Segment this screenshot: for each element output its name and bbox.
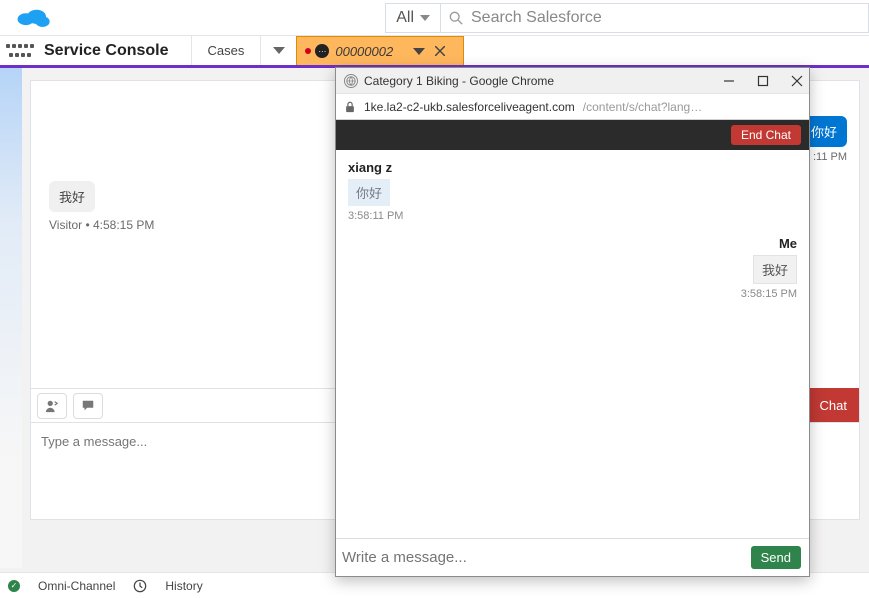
url-host: 1ke.la2-c2-ukb.salesforceliveagent.com: [364, 100, 575, 114]
incoming-message: xiang z 你好 3:58:11 PM: [348, 160, 797, 222]
search-input-wrap[interactable]: Search Salesforce: [441, 3, 869, 33]
incoming-time: 3:58:11 PM: [348, 210, 797, 222]
status-online-icon: ✓: [8, 580, 20, 592]
chat-window-header: End Chat: [336, 120, 809, 150]
sender-name: xiang z: [348, 160, 797, 175]
lock-icon: [344, 101, 356, 113]
close-icon[interactable]: [791, 75, 803, 87]
recording-indicator-icon: [305, 48, 311, 54]
window-controls: [723, 75, 803, 87]
chat-compose-bar: Send: [336, 538, 809, 576]
chat-action-button[interactable]: Chat: [808, 388, 859, 422]
omni-channel-button[interactable]: Omni-Channel: [38, 579, 115, 593]
end-chat-button[interactable]: End Chat: [731, 125, 801, 145]
minimize-icon[interactable]: [723, 75, 735, 87]
chat-bubble-icon: ···: [315, 44, 329, 58]
clock-icon: [133, 579, 147, 593]
chat-input[interactable]: [342, 549, 751, 566]
chrome-popup-window: Category 1 Biking - Google Chrome 1ke.la…: [335, 67, 810, 577]
app-launcher-icon[interactable]: [0, 36, 40, 65]
globe-icon: [344, 74, 358, 88]
chevron-down-icon: [273, 47, 285, 54]
agent-message-block: 我好 Visitor • 4:58:15 PM: [49, 181, 154, 232]
decorative-gradient: [0, 68, 22, 568]
search-placeholder: Search Salesforce: [471, 9, 602, 27]
chevron-down-icon: [420, 15, 430, 21]
person-arrow-icon: [45, 399, 59, 413]
chevron-down-icon: [413, 48, 425, 55]
outgoing-message: Me 我好 3:58:15 PM: [348, 236, 797, 300]
send-button[interactable]: Send: [751, 546, 801, 569]
outgoing-bubble: 我好: [753, 255, 797, 284]
me-label: Me: [348, 236, 797, 251]
global-search: All Search Salesforce: [385, 3, 869, 33]
chrome-titlebar[interactable]: Category 1 Biking - Google Chrome: [336, 68, 809, 93]
speech-bubble-icon: [81, 399, 95, 413]
search-scope-dropdown[interactable]: All: [385, 3, 441, 33]
maximize-icon[interactable]: [757, 75, 769, 87]
app-title: Service Console: [40, 36, 191, 65]
salesforce-topbar: All Search Salesforce: [0, 0, 869, 35]
close-icon[interactable]: [435, 46, 445, 56]
incoming-bubble: 你好: [348, 179, 390, 206]
chrome-address-bar[interactable]: 1ke.la2-c2-ukb.salesforceliveagent.com/c…: [336, 93, 809, 120]
tab-record-label: 00000002: [335, 44, 393, 59]
tab-cases-label: Cases: [208, 43, 245, 58]
console-tabbar: Service Console Cases ··· 00000002: [0, 35, 869, 68]
search-icon: [449, 11, 463, 25]
tab-record-active[interactable]: ··· 00000002: [296, 36, 464, 65]
salesforce-logo: [14, 6, 52, 30]
history-button[interactable]: History: [165, 579, 202, 593]
tab-overflow-caret[interactable]: [260, 36, 296, 65]
agent-message-meta: Visitor • 4:58:15 PM: [49, 218, 154, 232]
url-path: /content/s/chat?lang…: [583, 100, 702, 114]
transfer-button[interactable]: [37, 393, 67, 419]
outgoing-time: 3:58:15 PM: [348, 288, 797, 300]
chrome-title: Category 1 Biking - Google Chrome: [364, 74, 554, 88]
quick-text-button[interactable]: [73, 393, 103, 419]
chat-transcript: xiang z 你好 3:58:11 PM Me 我好 3:58:15 PM: [336, 150, 809, 538]
tab-cases[interactable]: Cases: [191, 36, 261, 65]
agent-message-bubble: 我好: [49, 181, 95, 212]
search-scope-label: All: [396, 9, 414, 27]
